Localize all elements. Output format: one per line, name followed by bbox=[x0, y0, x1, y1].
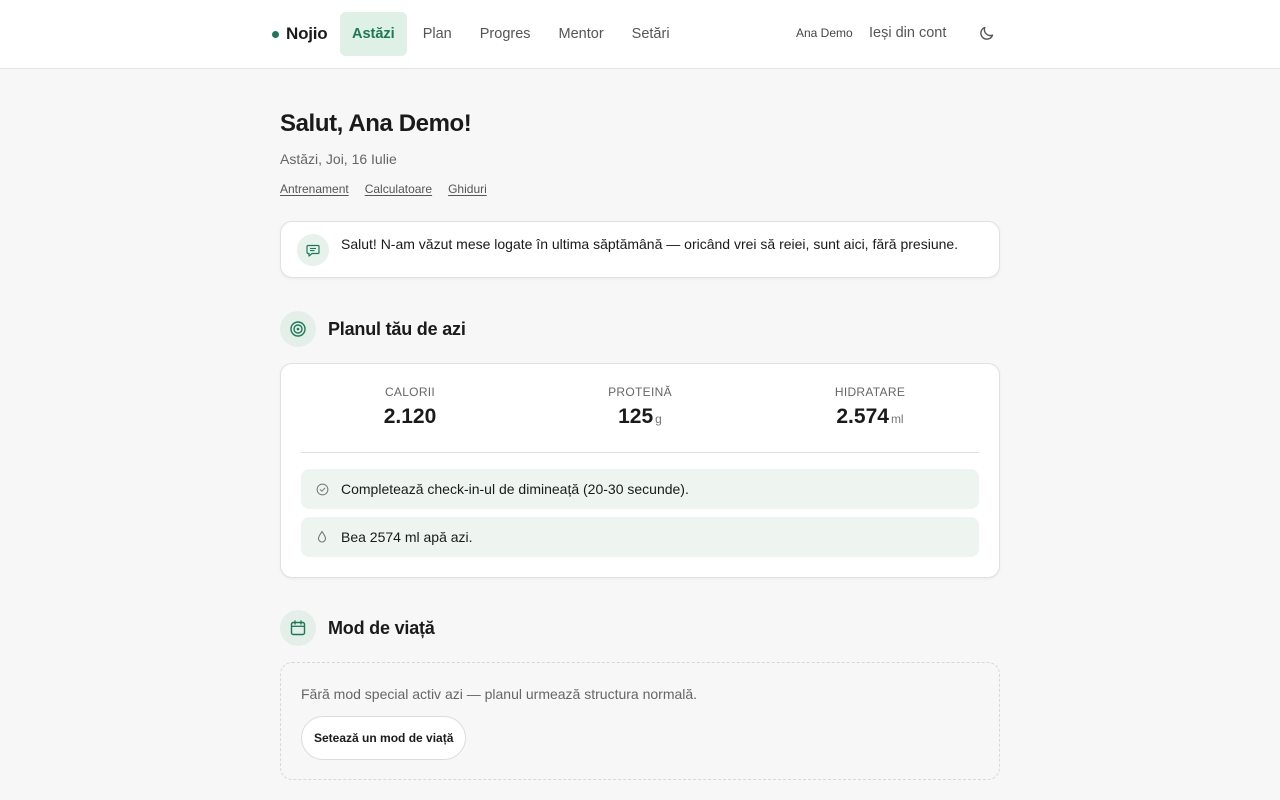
link-ghiduri[interactable]: Ghiduri bbox=[448, 182, 487, 196]
lifestyle-card: Fără mod special activ azi — planul urme… bbox=[280, 662, 1000, 780]
target-icon bbox=[280, 311, 316, 347]
metric-unit: g bbox=[655, 412, 662, 426]
task-text: Bea 2574 ml apă azi. bbox=[341, 529, 473, 545]
mentor-message-card: Salut! N-am văzut mese logate în ultima … bbox=[280, 221, 1000, 278]
metric-label: CALORII bbox=[384, 385, 436, 399]
metric-hidratare: HIDRATARE 2.574 ml bbox=[760, 385, 980, 429]
metric-label: PROTEINĂ bbox=[608, 385, 672, 399]
metric-proteina: PROTEINĂ 125 g bbox=[530, 385, 750, 429]
quick-links: Antrenament Calculatoare Ghiduri bbox=[280, 182, 487, 196]
moon-icon[interactable] bbox=[978, 24, 996, 42]
link-antrenament[interactable]: Antrenament bbox=[280, 182, 349, 196]
brand-dot-icon bbox=[272, 30, 279, 38]
plan-section-header: Planul tău de azi bbox=[280, 311, 466, 347]
check-circle-icon bbox=[315, 482, 329, 496]
main-nav: Astăzi Plan Progres Mentor Setări bbox=[340, 12, 682, 56]
nav-item-progres[interactable]: Progres bbox=[468, 12, 543, 56]
metric-unit: ml bbox=[890, 412, 904, 426]
top-bar: Nojio Astăzi Plan Progres Mentor Setări … bbox=[0, 0, 1280, 69]
metric-value: 125 g bbox=[530, 405, 750, 429]
lifestyle-text: Fără mod special activ azi — planul urme… bbox=[301, 686, 698, 702]
chat-icon bbox=[297, 234, 329, 266]
lifestyle-title: Mod de viață bbox=[328, 617, 435, 638]
water-drop-icon bbox=[315, 530, 329, 544]
set-lifestyle-button[interactable]: Setează un mod de viață bbox=[301, 716, 467, 760]
logout-link[interactable]: Ieși din cont bbox=[869, 25, 946, 41]
metric-value: 2.574 ml bbox=[760, 405, 980, 429]
nav-item-plan[interactable]: Plan bbox=[411, 12, 464, 56]
plan-title: Planul tău de azi bbox=[328, 318, 466, 339]
mentor-message-text: Salut! N-am văzut mese logate în ultima … bbox=[341, 236, 959, 252]
nav-item-astazi[interactable]: Astăzi bbox=[340, 12, 407, 56]
metric-calorii: CALORII 2.120 bbox=[300, 385, 520, 429]
date-line: Astăzi, Joi, 16 Iulie bbox=[280, 151, 397, 167]
lifestyle-section-header: Mod de viață bbox=[280, 610, 435, 646]
brand-name: Nojio bbox=[286, 24, 328, 43]
user-name: Ana Demo bbox=[796, 26, 853, 40]
metric-number: 2.574 bbox=[836, 405, 889, 428]
metric-number: 2.120 bbox=[383, 405, 437, 428]
nav-item-mentor[interactable]: Mentor bbox=[547, 12, 616, 56]
calendar-icon bbox=[280, 610, 316, 646]
task-item-checkin[interactable]: Completează check-in-ul de dimineață (20… bbox=[301, 469, 979, 509]
page-title: Salut, Ana Demo! bbox=[280, 110, 472, 137]
task-item-water[interactable]: Bea 2574 ml apă azi. bbox=[301, 517, 979, 557]
nav-item-setari[interactable]: Setări bbox=[620, 12, 682, 56]
plan-card: CALORII 2.120 PROTEINĂ 125 g HIDRATARE 2.… bbox=[280, 363, 1000, 578]
link-calculatoare[interactable]: Calculatoare bbox=[365, 182, 432, 196]
brand-logo[interactable]: Nojio bbox=[272, 22, 328, 46]
metric-label: HIDRATARE bbox=[834, 385, 906, 399]
task-text: Completează check-in-ul de dimineață (20… bbox=[341, 481, 689, 497]
metric-value: 2.120 bbox=[300, 405, 520, 429]
metric-number: 125 bbox=[618, 405, 654, 428]
divider bbox=[301, 452, 979, 453]
